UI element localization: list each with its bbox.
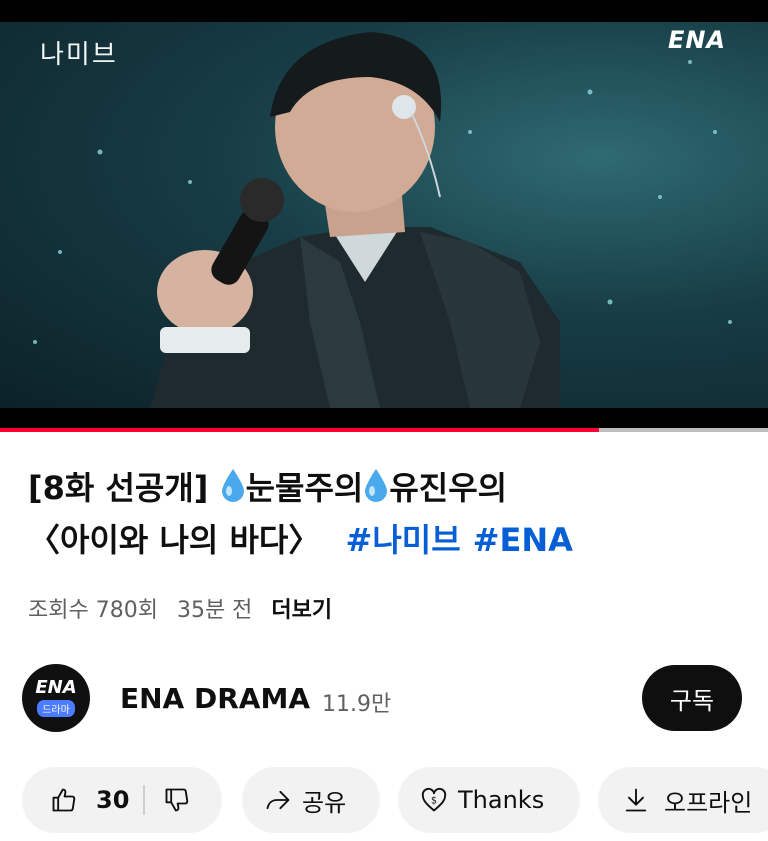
- hashtag-link[interactable]: #ENA: [473, 521, 573, 559]
- upload-time: 35분 전: [176, 598, 253, 623]
- ena-logo: ENA: [667, 26, 726, 54]
- channel-name[interactable]: ENA DRAMA: [120, 682, 310, 715]
- thumbs-down-icon[interactable]: [163, 786, 191, 814]
- svg-text:$: $: [431, 796, 437, 807]
- view-count: 조회수 780회: [28, 598, 158, 623]
- droplet-emoji-icon: [221, 469, 244, 502]
- droplet-emoji-icon: [365, 469, 388, 502]
- title-part-3: 유진우의: [389, 469, 508, 507]
- download-icon: [625, 788, 647, 812]
- share-button[interactable]: 공유: [242, 767, 380, 833]
- avatar-logo-text: ENA: [35, 677, 77, 698]
- share-label: 공유: [302, 788, 347, 817]
- thumbs-up-icon[interactable]: [50, 786, 78, 814]
- video-frame-illustration: [33, 32, 732, 408]
- video-player[interactable]: 나미브 ENA: [0, 22, 768, 408]
- avatar-badge: 드라마: [37, 700, 75, 717]
- channel-row: ENA 드라마 ENA DRAMA 11.9만 구독: [22, 664, 746, 734]
- status-bar-strip: [0, 0, 768, 22]
- title-part-2: 눈물주의: [245, 469, 364, 507]
- offline-label: 오프라인: [664, 788, 753, 817]
- video-letterbox: [0, 408, 768, 430]
- subscribe-button[interactable]: 구독: [642, 665, 742, 731]
- video-title[interactable]: [8화 선공개] 눈물주의 유진우의 〈아이와 나의 바다〉 #나미브 #ENA: [28, 462, 748, 566]
- channel-avatar[interactable]: ENA 드라마: [22, 664, 90, 732]
- video-details-panel: [8화 선공개] 눈물주의 유진우의 〈아이와 나의 바다〉 #나미브 #ENA 조…: [0, 432, 768, 841]
- hashtag-link[interactable]: #나미브: [346, 521, 461, 559]
- action-bar: 30 공유 $ Thanks 오프라인: [22, 767, 768, 833]
- more-button[interactable]: 더보기: [271, 598, 332, 623]
- title-part-1: [8화 선공개]: [28, 469, 209, 507]
- thanks-button[interactable]: $ Thanks: [398, 767, 580, 833]
- video-meta[interactable]: 조회수 780회 35분 전 더보기: [28, 592, 344, 624]
- like-dislike-group: 30: [22, 767, 222, 833]
- share-arrow-icon: [266, 790, 290, 810]
- heart-dollar-icon: $: [421, 787, 447, 812]
- title-part-4: 〈아이와 나의 바다〉: [28, 521, 321, 559]
- download-button[interactable]: 오프라인: [598, 767, 768, 833]
- subscriber-count: 11.9만: [322, 692, 392, 717]
- like-divider: [143, 785, 146, 815]
- thanks-label: Thanks: [458, 786, 545, 814]
- like-count: 30: [96, 786, 130, 814]
- video-watermark: 나미브: [40, 40, 118, 70]
